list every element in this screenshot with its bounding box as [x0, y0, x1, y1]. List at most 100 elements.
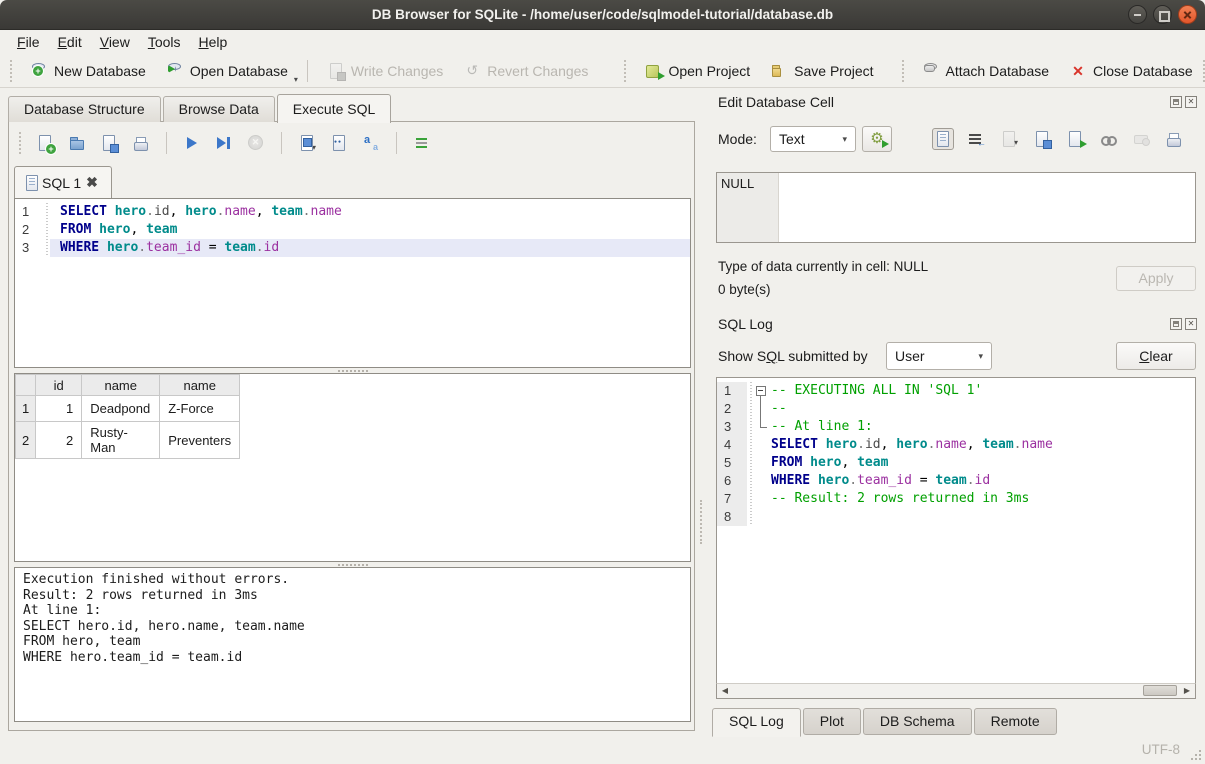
result-cell[interactable]: Deadpond [82, 396, 160, 422]
tab-execute-sql[interactable]: Execute SQL [277, 94, 392, 123]
close-dock-icon[interactable] [1185, 318, 1197, 330]
scrollbar-thumb[interactable] [1143, 685, 1177, 696]
execute-line-icon[interactable] [212, 131, 236, 155]
open-database-dropdown-icon[interactable]: ▾ [294, 75, 298, 87]
scroll-left-icon[interactable]: ◀ [717, 684, 733, 698]
row-header-cell[interactable]: 1 [16, 396, 36, 422]
tab-browse-data[interactable]: Browse Data [163, 96, 275, 122]
toolbar-separator [307, 60, 308, 82]
close-database-button[interactable]: Close Database [1059, 57, 1203, 85]
dock-tab-plot[interactable]: Plot [803, 708, 861, 735]
code-line[interactable]: 3-- At line 1: [717, 418, 1195, 436]
execute-sql-panel: ▾ ▾ SQL 1 ✖ 1SELECT hero.id, hero.name, … [8, 121, 695, 731]
code-line[interactable]: 1-- EXECUTING ALL IN 'SQL 1' [717, 382, 1195, 400]
toolbar-drag-handle[interactable] [19, 132, 23, 154]
result-cell[interactable]: Rusty-Man [82, 422, 160, 459]
code-line[interactable]: 2-- [717, 400, 1195, 418]
execute-all-icon[interactable] [180, 131, 204, 155]
format-sql-icon[interactable] [410, 131, 434, 155]
link-data-icon[interactable] [1097, 128, 1119, 150]
fold-marker-icon[interactable] [754, 382, 769, 400]
open-tab-icon[interactable] [33, 131, 57, 155]
menu-edit[interactable]: Edit [49, 30, 91, 55]
dock-tab-sql-log[interactable]: SQL Log [712, 708, 801, 737]
minimize-icon[interactable] [1128, 5, 1147, 24]
result-cell[interactable]: 1 [36, 396, 82, 422]
replace-icon[interactable] [359, 131, 383, 155]
tab-database-structure[interactable]: Database Structure [8, 96, 161, 122]
code-text: -- Result: 2 rows returned in 3ms [769, 490, 1195, 508]
cell-editor-toolbar: ▾ [932, 128, 1185, 150]
column-header[interactable]: name [82, 375, 160, 396]
sql-document-tab[interactable]: SQL 1 ✖ [14, 166, 112, 198]
code-line[interactable]: 2FROM hero, team [15, 221, 690, 239]
corner-header-cell[interactable] [16, 375, 36, 396]
mode-select[interactable]: Text ▾ [770, 126, 856, 152]
import-settings-button[interactable] [862, 126, 892, 152]
execution-status[interactable]: Execution finished without errors. Resul… [14, 567, 691, 722]
menu-view[interactable]: View [91, 30, 139, 55]
save-sql-file-icon[interactable]: ▾ [97, 131, 121, 155]
close-icon[interactable] [1178, 5, 1197, 24]
import-data-icon: ▾ [998, 128, 1020, 150]
menu-file[interactable]: File [8, 30, 49, 55]
text-mode-icon[interactable] [932, 128, 954, 150]
scroll-right-icon[interactable]: ▶ [1179, 684, 1195, 698]
toolbar-drag-handle[interactable] [624, 60, 628, 82]
save-project-button[interactable]: Save Project [760, 57, 883, 85]
dock-tab-remote[interactable]: Remote [974, 708, 1057, 735]
sql-editor[interactable]: 1SELECT hero.id, hero.name, team.name2FR… [14, 198, 691, 368]
sql-tab-label: SQL 1 [42, 175, 81, 191]
attach-database-button[interactable]: Attach Database [912, 57, 1060, 85]
result-cell[interactable]: 2 [36, 422, 82, 459]
cell-value-editor[interactable]: NULL [716, 172, 1196, 243]
cell-edit-area[interactable] [779, 173, 1195, 242]
print-icon[interactable] [129, 131, 153, 155]
maximize-icon[interactable] [1153, 5, 1172, 24]
close-dock-icon[interactable] [1185, 96, 1197, 108]
code-line[interactable]: 1SELECT hero.id, hero.name, team.name [15, 203, 690, 221]
new-database-button[interactable]: New Database [20, 57, 156, 85]
toolbar-drag-handle[interactable] [10, 60, 14, 82]
row-header-cell[interactable]: 2 [16, 422, 36, 459]
clear-button[interactable]: Clear [1116, 342, 1196, 370]
menu-help[interactable]: Help [190, 30, 237, 55]
titlebar[interactable]: DB Browser for SQLite - /home/user/code/… [0, 0, 1205, 30]
code-line[interactable]: 6WHERE hero.team_id = team.id [717, 472, 1195, 490]
sql-log-view[interactable]: 1-- EXECUTING ALL IN 'SQL 1'2--3-- At li… [716, 377, 1196, 699]
code-line[interactable]: 5FROM hero, team [717, 454, 1195, 472]
close-tab-icon[interactable]: ✖ [86, 174, 98, 191]
fold-connector [754, 418, 769, 436]
menu-tools[interactable]: Tools [139, 30, 190, 55]
word-wrap-icon[interactable] [965, 128, 987, 150]
toolbar-drag-handle[interactable] [902, 60, 906, 82]
sql-log-dock-header: SQL Log [712, 314, 1197, 334]
column-header[interactable]: name [160, 375, 240, 396]
code-line[interactable]: 4SELECT hero.id, hero.name, team.name [717, 436, 1195, 454]
result-cell[interactable]: Z-Force [160, 396, 240, 422]
find-icon[interactable] [327, 131, 351, 155]
result-cell[interactable]: Preventers [160, 422, 240, 459]
apply-data-icon[interactable] [1064, 128, 1086, 150]
open-database-button[interactable]: Open Database [156, 57, 298, 85]
line-number: 7 [717, 490, 747, 508]
code-text [769, 508, 1195, 526]
code-line[interactable]: 7 -- Result: 2 rows returned in 3ms [717, 490, 1195, 508]
code-line[interactable]: 8 [717, 508, 1195, 526]
dock-tab-db-schema[interactable]: DB Schema [863, 708, 972, 735]
code-line[interactable]: 3WHERE hero.team_id = team.id [15, 239, 690, 257]
resize-grip[interactable] [1189, 748, 1205, 764]
undock-icon[interactable] [1170, 96, 1182, 108]
print-icon[interactable] [1163, 128, 1185, 150]
open-sql-file-icon[interactable] [65, 131, 89, 155]
undock-icon[interactable] [1170, 318, 1182, 330]
export-data-icon[interactable] [1031, 128, 1053, 150]
gear-icon [868, 130, 886, 148]
scrollbar-track[interactable] [733, 684, 1179, 698]
column-header[interactable]: id [36, 375, 82, 396]
log-filter-select[interactable]: User ▾ [886, 342, 992, 370]
export-results-icon[interactable]: ▾ [295, 131, 319, 155]
main-toolbar: New Database Open Database ▾ Write Chang… [0, 55, 1205, 88]
open-project-button[interactable]: Open Project [634, 57, 760, 85]
panel-splitter-handle[interactable] [700, 500, 702, 544]
